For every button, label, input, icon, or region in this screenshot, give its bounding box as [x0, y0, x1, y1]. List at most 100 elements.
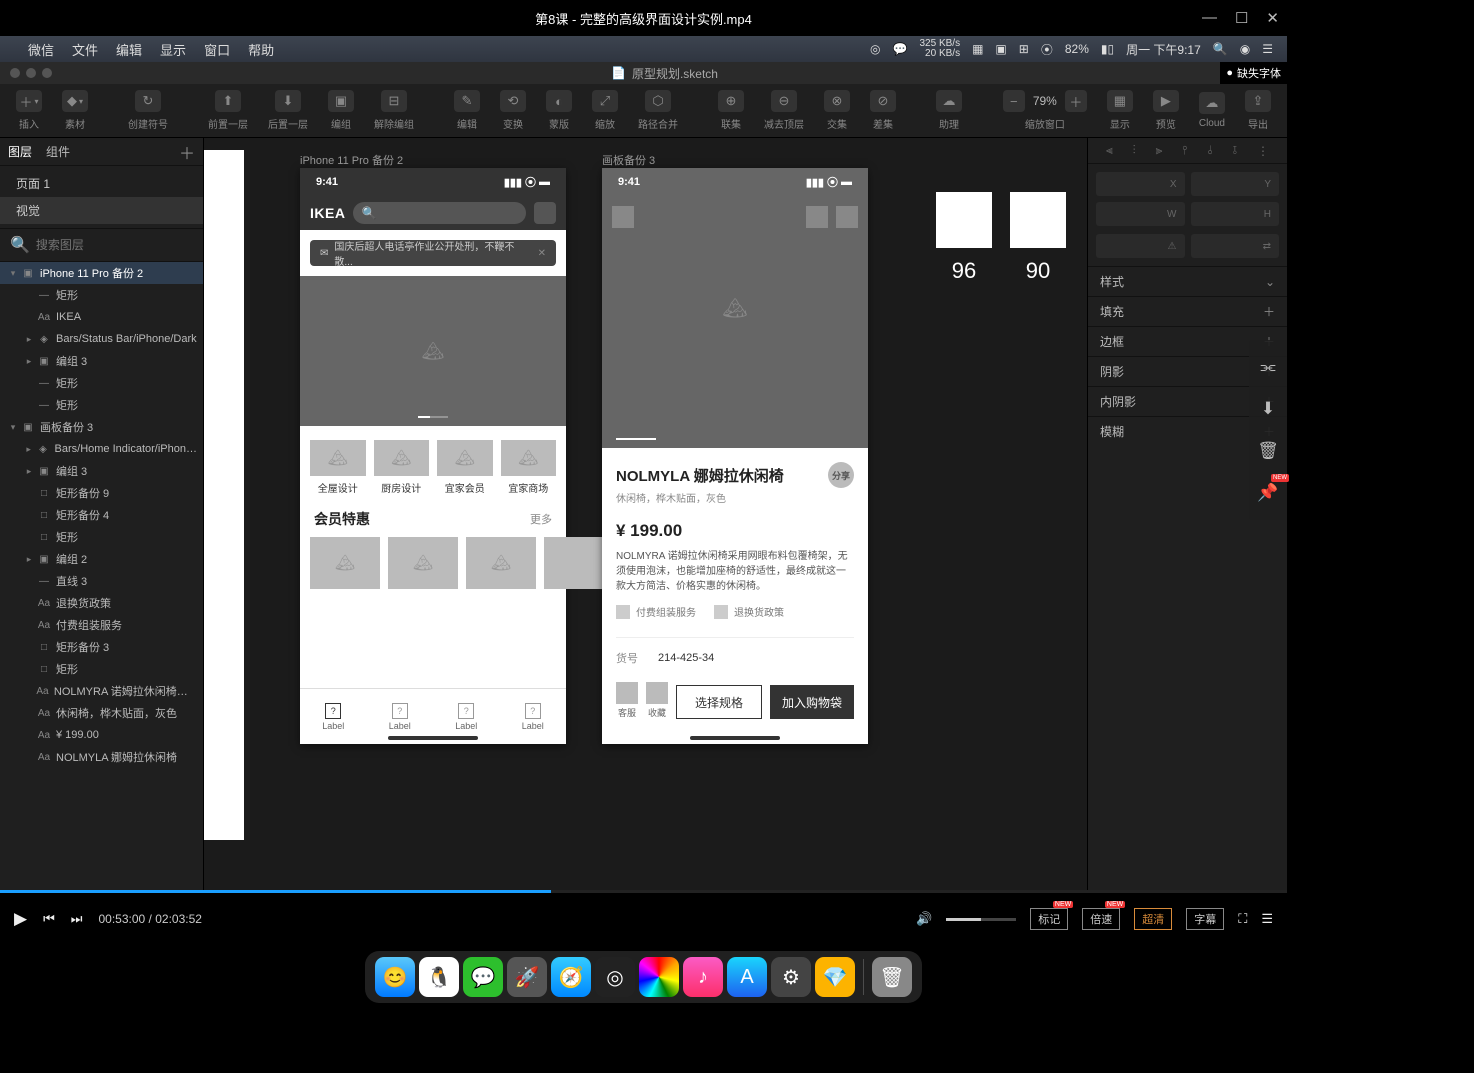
canvas[interactable]: iPhone 11 Pro 备份 2 9:41 ▮▮▮⦿▬ IKEA 🔍 ✉ — [204, 138, 1087, 945]
tray-icon-1[interactable]: ▦ — [972, 42, 983, 56]
menu-view[interactable]: 显示 — [160, 40, 186, 59]
dock-qq-icon[interactable]: 🐧 — [419, 957, 459, 997]
artboard-label[interactable]: iPhone 11 Pro 备份 2 — [300, 152, 403, 168]
next-button[interactable]: ⏭ — [71, 911, 83, 927]
align-top-icon[interactable]: ⫯ — [1182, 143, 1187, 158]
layer-row[interactable]: ▾▣画板备份 3 — [0, 416, 203, 438]
tray-icon-3[interactable]: ⊞ — [1019, 42, 1029, 56]
close-button[interactable]: ✕ — [1266, 9, 1279, 27]
search-bar[interactable]: 🔍 — [353, 202, 526, 224]
siri-icon[interactable]: ◉ — [1240, 42, 1250, 56]
coord-h[interactable]: H — [1191, 202, 1280, 226]
dock-obs-icon[interactable]: ◎ — [595, 957, 635, 997]
layer-row[interactable]: —矩形 — [0, 372, 203, 394]
tool-tint[interactable]: ☁助理 — [926, 86, 972, 135]
tool-link[interactable]: ⊕联集 — [708, 86, 754, 135]
notice-banner[interactable]: ✉ 国庆后超人电话亭作业公开处刑，不鞭不散... ✕ — [310, 240, 556, 266]
tab-item[interactable]: ?Label — [300, 689, 367, 744]
volume-icon[interactable]: 🔊 — [916, 911, 932, 927]
swatch-96[interactable]: 96 — [936, 192, 992, 284]
wechat-tray-icon[interactable]: 💬 — [893, 42, 908, 56]
artboard-product-detail[interactable]: 9:41 ▮▮▮⦿▬ 🏔 NOLMY — [602, 168, 868, 744]
header-action[interactable] — [534, 202, 556, 224]
tool-show[interactable]: ▦显示 — [1097, 86, 1143, 135]
layer-row[interactable]: ▸▣编组 2 — [0, 548, 203, 570]
tool-group[interactable]: ▣编组 — [318, 86, 364, 135]
minimize-button[interactable]: — — [1202, 9, 1217, 27]
distribute-icon[interactable]: ⋮ — [1257, 144, 1269, 158]
dock-photos-icon[interactable] — [639, 957, 679, 997]
more-link[interactable]: 更多 — [530, 511, 552, 527]
option-assembly[interactable]: 付费组装服务 — [616, 604, 696, 619]
section-style[interactable]: 样式⌄ — [1088, 266, 1287, 296]
layer-row[interactable]: AaNOLMYLA 娜姆拉休闲椅 — [0, 746, 203, 768]
service-button[interactable]: 客服 — [616, 682, 638, 719]
tab-layers[interactable]: 图层 — [8, 143, 32, 160]
tab-components[interactable]: 组件 — [46, 143, 70, 160]
layer-row[interactable]: —矩形 — [0, 394, 203, 416]
tab-item[interactable]: ?Label — [500, 689, 567, 744]
layer-row[interactable]: Aa付费组装服务 — [0, 614, 203, 636]
section-fill[interactable]: 填充＋ — [1088, 296, 1287, 326]
coord-w[interactable]: W — [1096, 202, 1185, 226]
tool-backward[interactable]: ⬇后置一层 — [258, 86, 318, 135]
battery-icon[interactable]: ▮▯ — [1101, 42, 1114, 56]
tool-mask[interactable]: ◐蒙版 — [536, 86, 582, 135]
layer-row[interactable]: ▸▣编组 3 — [0, 460, 203, 482]
tool-preview[interactable]: ▶预览 — [1143, 86, 1189, 135]
layer-row[interactable]: ▾▣iPhone 11 Pro 备份 2 — [0, 262, 203, 284]
progress-bar[interactable] — [0, 890, 1287, 893]
tool-ungroup[interactable]: ⊟解除编组 — [364, 86, 424, 135]
wifi-icon[interactable]: ⦿ — [1041, 41, 1053, 58]
tool-rotate[interactable]: ⟲变换 — [490, 86, 536, 135]
traffic-close[interactable] — [10, 68, 20, 78]
horizontal-list[interactable]: 🏔 🏔 🏔 — [300, 537, 566, 589]
share-button[interactable]: 分享 — [828, 462, 854, 488]
menu-window[interactable]: 窗口 — [204, 40, 230, 59]
layer-row[interactable]: Aa休闲椅，桦木贴面，灰色 — [0, 702, 203, 724]
layer-row[interactable]: ▸◈Bars/Status Bar/iPhone/Dark — [0, 328, 203, 350]
download-icon[interactable]: ⬇ — [1249, 388, 1287, 430]
layer-row[interactable]: —直线 3 — [0, 570, 203, 592]
layer-row[interactable]: □矩形 — [0, 526, 203, 548]
add-page-button[interactable]: ＋ — [179, 140, 195, 164]
swatch-90[interactable]: 90 — [1010, 192, 1066, 284]
align-center-h-icon[interactable]: ⫶ — [1133, 143, 1136, 158]
page-item[interactable]: 页面 1 — [0, 170, 203, 197]
dock-trash-icon[interactable]: 🗑 — [872, 957, 912, 997]
speed-button[interactable]: 倍速 — [1082, 908, 1120, 930]
close-icon[interactable]: ✕ — [538, 248, 546, 259]
tool-zoom[interactable]: −79%＋ 缩放窗口 — [993, 86, 1097, 135]
list-item[interactable]: 🏔 — [388, 537, 458, 589]
dock-appstore-icon[interactable]: A — [727, 957, 767, 997]
layer-row[interactable]: Aa退换货政策 — [0, 592, 203, 614]
dock-wechat-icon[interactable]: 💬 — [463, 957, 503, 997]
tool-create-symbol[interactable]: ↻创建符号 — [118, 86, 178, 135]
layer-search[interactable]: 🔍 — [0, 228, 203, 262]
artboard-iphone-home[interactable]: 9:41 ▮▮▮⦿▬ IKEA 🔍 ✉ 国庆后超人电话亭作业公开处刑，不鞭不散.… — [300, 168, 566, 744]
layer-row[interactable]: □矩形 — [0, 658, 203, 680]
dock-launchpad-icon[interactable]: 🚀 — [507, 957, 547, 997]
dock-safari-icon[interactable]: 🧭 — [551, 957, 591, 997]
artboard-label[interactable]: 画板备份 3 — [602, 152, 655, 168]
tool-difference[interactable]: ⊘差集 — [860, 86, 906, 135]
missing-fonts-warning[interactable]: ● 缺失字体 — [1220, 62, 1287, 84]
layer-row[interactable]: □矩形备份 3 — [0, 636, 203, 658]
tool-scale[interactable]: ⤢缩放 — [582, 86, 628, 135]
category-item[interactable]: 🏔厨房设计 — [374, 440, 430, 495]
layer-row[interactable]: ▸▣编组 3 — [0, 350, 203, 372]
trash-icon[interactable]: 🗑 — [1249, 430, 1287, 472]
layer-row[interactable]: □矩形备份 9 — [0, 482, 203, 504]
list-item[interactable]: 🏔 — [466, 537, 536, 589]
play-button[interactable]: ▶ — [14, 909, 27, 929]
mark-button[interactable]: 标记 — [1030, 908, 1068, 930]
flip-icon[interactable]: ⇄ — [1191, 234, 1280, 258]
warn-icon[interactable]: ⚠ — [1096, 234, 1185, 258]
subtitle-button[interactable]: 字幕 — [1186, 908, 1224, 930]
menu-help[interactable]: 帮助 — [248, 40, 274, 59]
back-button[interactable] — [612, 206, 634, 228]
tool-subtract[interactable]: ⊖减去顶层 — [754, 86, 814, 135]
category-item[interactable]: 🏔全屋设计 — [310, 440, 366, 495]
layer-row[interactable]: AaIKEA — [0, 306, 203, 328]
add-to-cart-button[interactable]: 加入购物袋 — [770, 685, 854, 719]
